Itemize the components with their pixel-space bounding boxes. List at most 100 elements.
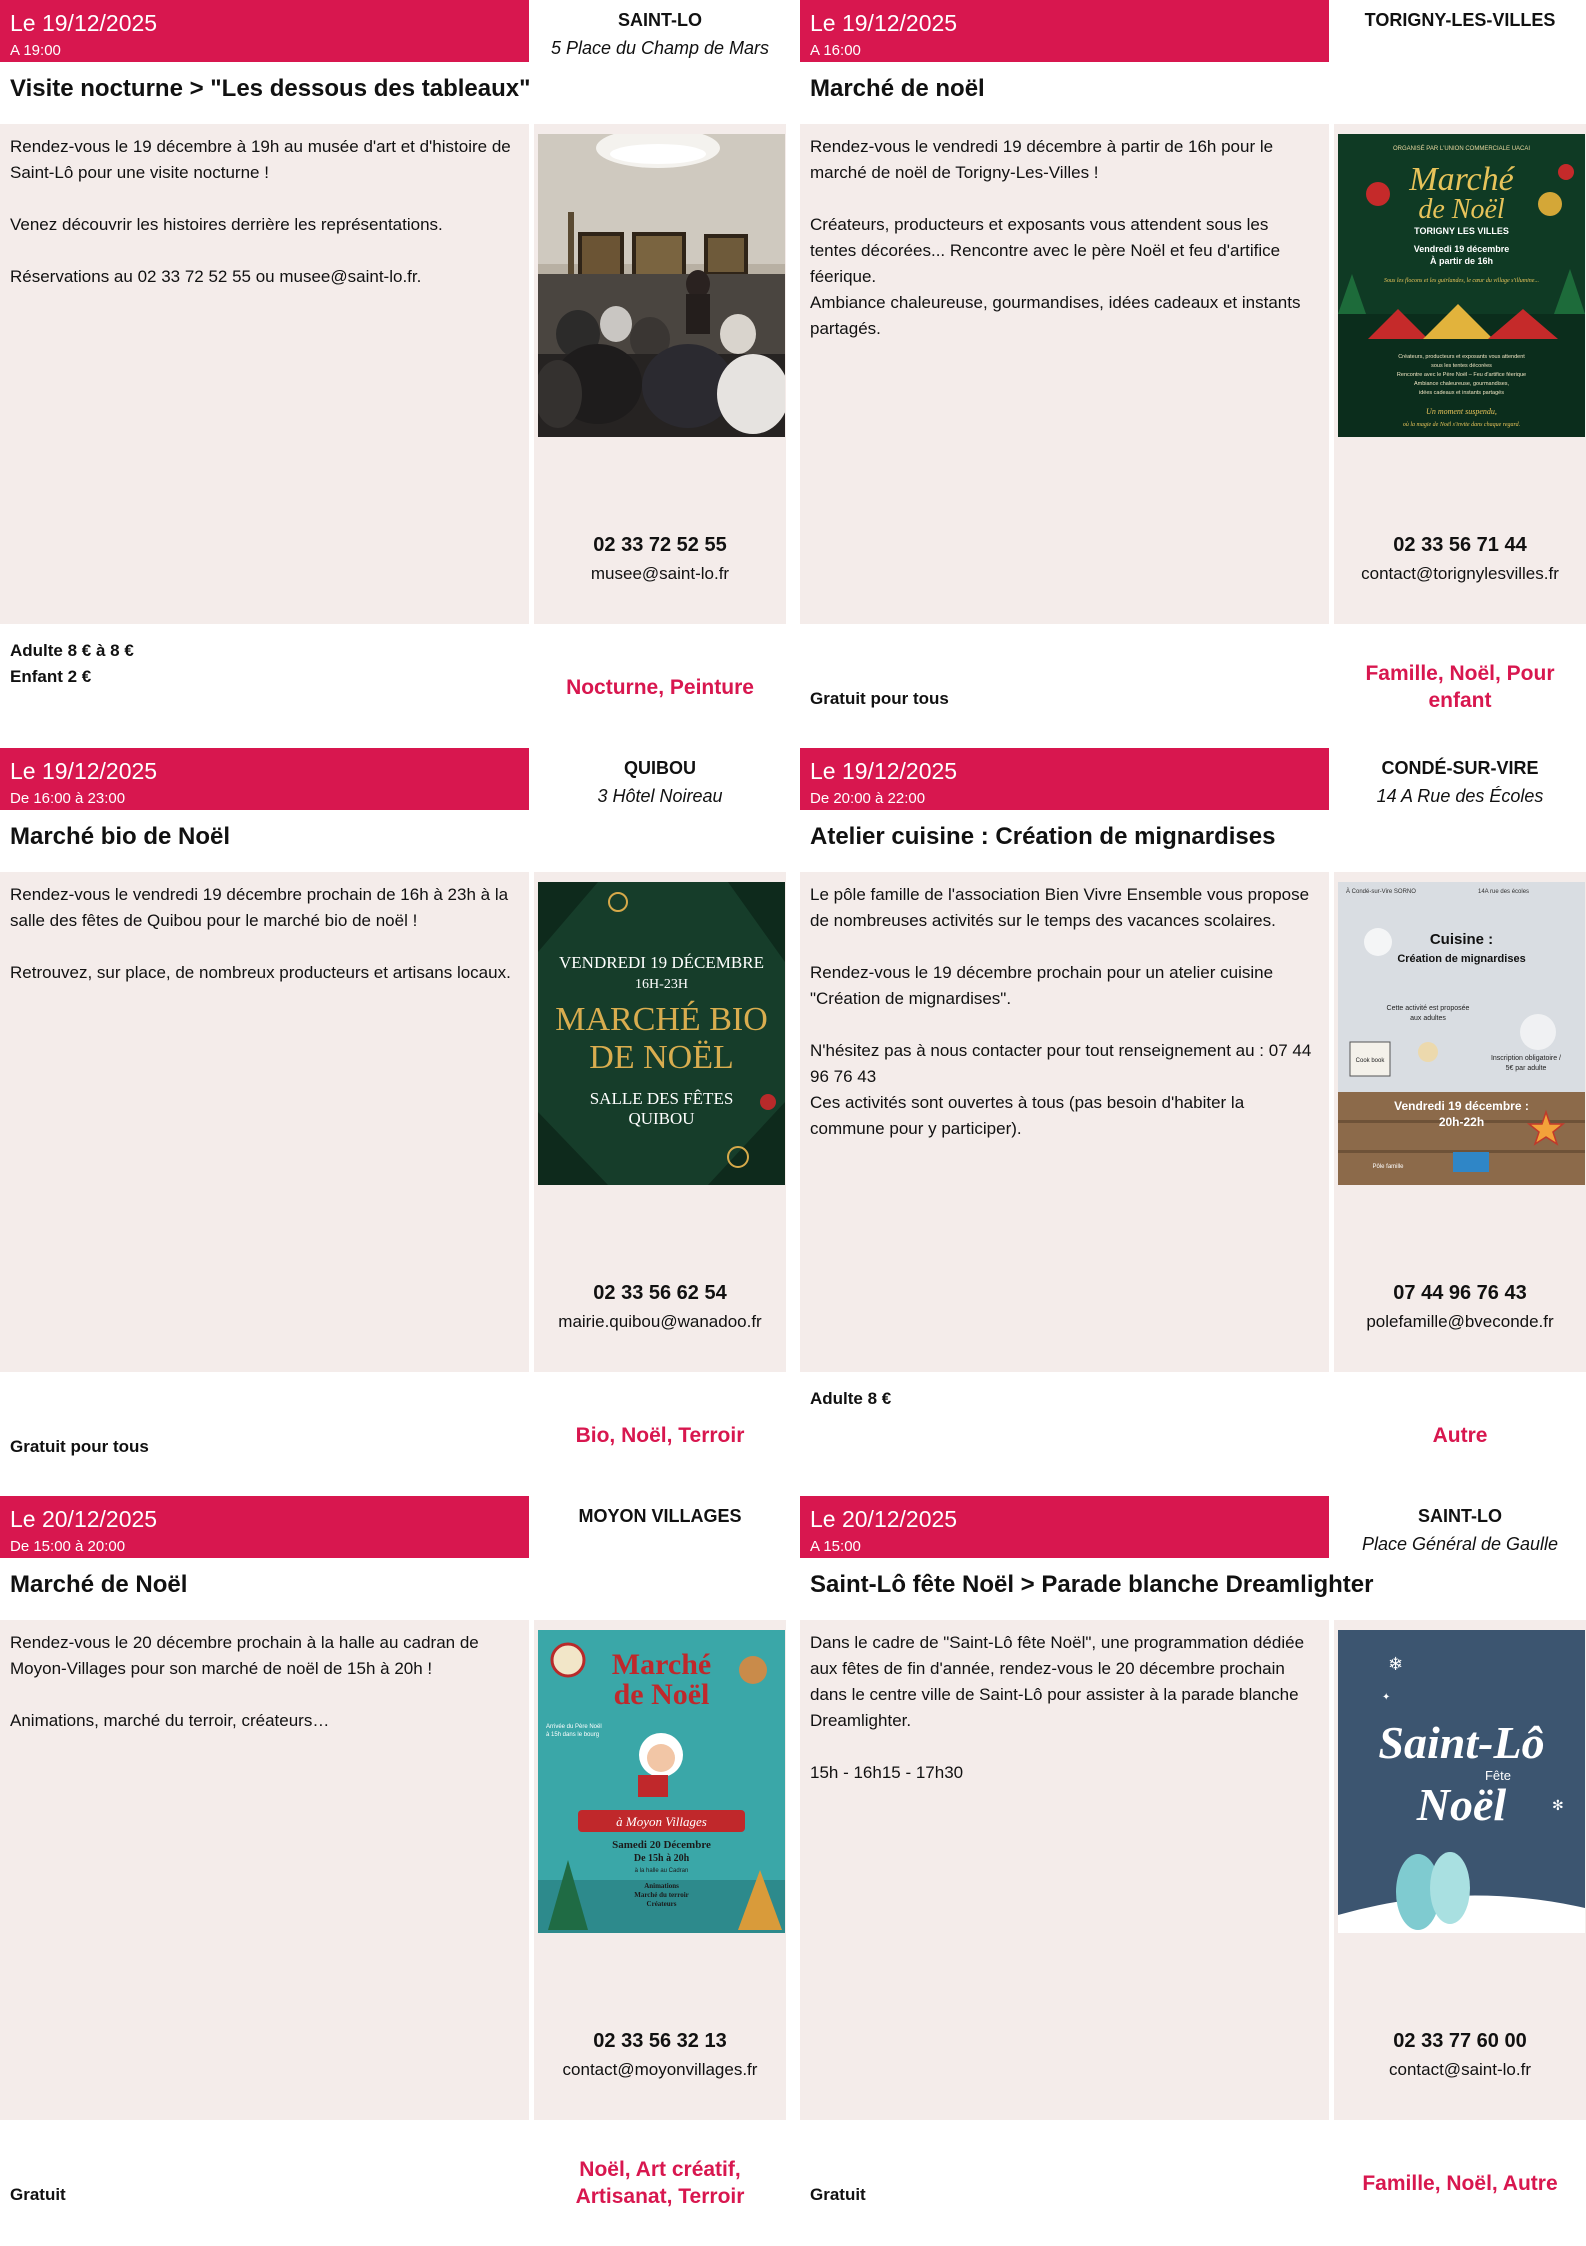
poster-text: sous les tentes décorées	[1431, 363, 1492, 369]
description-paragraph: N'hésitez pas à nous contacter pour tout…	[810, 1041, 1312, 1086]
event-email[interactable]: musee@saint-lo.fr	[534, 562, 786, 586]
price-line: Gratuit pour tous	[10, 1437, 149, 1456]
event-email[interactable]: contact@saint-lo.fr	[1334, 2058, 1586, 2082]
event-title[interactable]: Saint-Lô fête Noël > Parade blanche Drea…	[810, 1570, 1373, 1600]
event-grid: Le 19/12/2025 A 19:00 SAINT-LO 5 Place d…	[0, 0, 1586, 2243]
poster-text: à Moyon Villages	[616, 1814, 707, 1829]
event-description-panel: Rendez-vous le vendredi 19 décembre à pa…	[800, 124, 1329, 624]
event-date-banner: Le 20/12/2025 De 15:00 à 20:00	[0, 1496, 529, 1558]
event-contact-panel: À Condé-sur-Vire SORNO 14A rue des école…	[1334, 872, 1586, 1372]
event-title[interactable]: Marché de noël	[810, 74, 1370, 104]
event-description: Rendez-vous le 20 décembre prochain à la…	[10, 1630, 515, 1734]
event-card: Le 20/12/2025 De 15:00 à 20:00 MOYON VIL…	[0, 1496, 786, 2246]
event-town: CONDÉ-SUR-VIRE	[1381, 758, 1539, 778]
cooking-workshop-poster[interactable]: À Condé-sur-Vire SORNO 14A rue des école…	[1338, 882, 1585, 1185]
event-price: Adulte 8 €	[810, 1386, 1330, 1412]
poster-text: Animations	[644, 1882, 679, 1890]
museum-visit-photo[interactable]	[538, 134, 785, 437]
event-description: Rendez-vous le vendredi 19 décembre à pa…	[810, 134, 1315, 342]
poster-headline: Marché	[612, 1648, 711, 1681]
event-time: A 19:00	[10, 42, 61, 59]
poster-text: 16H-23H	[635, 977, 688, 992]
price-line: Gratuit	[810, 2185, 866, 2204]
event-town: MOYON VILLAGES	[578, 1506, 742, 1526]
event-time: De 20:00 à 22:00	[810, 790, 926, 807]
event-description-panel: Rendez-vous le vendredi 19 décembre proc…	[0, 872, 529, 1372]
description-paragraph: Ambiance chaleureuse, gourmandises, idée…	[810, 293, 1301, 338]
description-paragraph: Ces activités sont ouvertes à tous (pas …	[810, 1093, 1245, 1138]
event-phone[interactable]: 07 44 96 76 43	[1334, 1280, 1586, 1306]
event-email[interactable]: contact@moyonvillages.fr	[534, 2058, 786, 2082]
event-price: Adulte 8 € à 8 € Enfant 2 €	[10, 638, 530, 690]
poster-text: TORIGNY LES VILLES	[1414, 226, 1509, 236]
poster-text: QUIBOU	[628, 1109, 694, 1128]
event-title[interactable]: Atelier cuisine : Création de mignardise…	[810, 822, 1370, 852]
poster-text: Créateurs	[647, 1900, 677, 1908]
poster-text: Samedi 20 Décembre	[612, 1839, 711, 1851]
poster-text: 5€ par adulte	[1506, 1065, 1547, 1072]
tag-line: Famille, Noël, Pour	[1365, 662, 1555, 685]
saint-lo-fete-noel-poster[interactable]: ❄ ✦ ✻ Saint-Lô Fête Noël	[1338, 1630, 1585, 1933]
poster-headline: Cuisine :	[1430, 931, 1493, 948]
event-price: Gratuit	[810, 2182, 1330, 2208]
tag-line: Artisanat, Terroir	[575, 2185, 745, 2208]
event-price: Gratuit	[10, 2182, 530, 2208]
description-paragraph: Rendez-vous le 19 décembre prochain pour…	[810, 963, 1274, 1008]
event-contact-panel: ORGANISÉ PAR L'UNION COMMERCIALE UACAI M…	[1334, 124, 1586, 624]
event-email[interactable]: polefamille@bveconde.fr	[1334, 1310, 1586, 1334]
event-description-panel: Rendez-vous le 20 décembre prochain à la…	[0, 1620, 529, 2120]
poster-text: VENDREDI 19 DÉCEMBRE	[559, 953, 764, 972]
event-town: SAINT-LO	[618, 10, 702, 30]
poster-headline: DE NOËL	[589, 1039, 733, 1076]
event-card: Le 19/12/2025 A 19:00 SAINT-LO 5 Place d…	[0, 0, 786, 750]
event-date: Le 19/12/2025	[810, 758, 958, 784]
event-date-banner: Le 19/12/2025 A 16:00	[800, 0, 1329, 62]
event-title[interactable]: Marché de Noël	[10, 1570, 570, 1600]
tag-line: enfant	[1428, 689, 1492, 712]
event-phone[interactable]: 02 33 77 60 00	[1334, 2028, 1586, 2054]
event-title[interactable]: Marché bio de Noël	[10, 822, 570, 852]
price-line: Gratuit pour tous	[810, 689, 949, 708]
poster-text: À Condé-sur-Vire SORNO	[1346, 888, 1416, 895]
event-phone[interactable]: 02 33 56 32 13	[534, 2028, 786, 2054]
description-paragraph: Retrouvez, sur place, de nombreux produc…	[10, 963, 511, 982]
event-time: A 16:00	[810, 42, 861, 59]
event-date-banner: Le 19/12/2025 De 16:00 à 23:00	[0, 748, 529, 810]
poster-text: Pôle famille	[1372, 1164, 1404, 1170]
price-line: Enfant 2 €	[10, 667, 92, 686]
poster-headline: Noël	[1416, 1779, 1507, 1830]
event-town: SAINT-LO	[1418, 1506, 1502, 1526]
event-town: QUIBOU	[624, 758, 696, 778]
event-phone[interactable]: 02 33 56 71 44	[1334, 532, 1586, 558]
poster-text: aux adultes	[1410, 1015, 1446, 1022]
event-phone[interactable]: 02 33 72 52 55	[534, 532, 786, 558]
poster-text: De 15h à 20h	[634, 1853, 690, 1864]
poster-text: Vendredi 19 décembre	[1414, 244, 1510, 254]
event-date: Le 19/12/2025	[10, 10, 158, 36]
event-price: Gratuit pour tous	[10, 1434, 530, 1460]
description-paragraph: 15h - 16h15 - 17h30	[810, 1763, 964, 1782]
poster-text: Un moment suspendu,	[1426, 407, 1497, 416]
poster-text: ORGANISÉ PAR L'UNION COMMERCIALE UACAI	[1393, 145, 1530, 152]
poster-text: à 15h dans le bourg	[546, 1732, 599, 1738]
christmas-market-poster[interactable]: ORGANISÉ PAR L'UNION COMMERCIALE UACAI M…	[1338, 134, 1585, 437]
organic-market-poster[interactable]: VENDREDI 19 DÉCEMBRE 16H-23H MARCHÉ BIO …	[538, 882, 785, 1185]
village-christmas-market-poster[interactable]: Marché de Noël Arrivée du Père Noël à 15…	[538, 1630, 785, 1933]
event-date: Le 19/12/2025	[810, 10, 958, 36]
event-date-banner: Le 19/12/2025 De 20:00 à 22:00	[800, 748, 1329, 810]
poster-headline: de Noël	[614, 1678, 710, 1711]
poster-text: Sous les flocons et les guirlandes, le c…	[1384, 277, 1539, 284]
poster-text: à la halle au Cadran	[635, 1868, 689, 1874]
poster-headline: de Noël	[1418, 194, 1505, 225]
event-date: Le 20/12/2025	[810, 1506, 958, 1532]
event-email[interactable]: mairie.quibou@wanadoo.fr	[534, 1310, 786, 1334]
event-title[interactable]: Visite nocturne > "Les dessous des table…	[10, 74, 570, 104]
event-email[interactable]: contact@torignylesvilles.fr	[1334, 562, 1586, 586]
poster-headline: MARCHÉ BIO	[555, 1001, 768, 1038]
event-address: Place Général de Gaulle	[1361, 1534, 1559, 1554]
description-paragraph: Créateurs, producteurs et exposants vous…	[810, 215, 1281, 286]
event-phone[interactable]: 02 33 56 62 54	[534, 1280, 786, 1306]
event-description: Dans le cadre de "Saint-Lô fête Noël", u…	[810, 1630, 1315, 1786]
description-paragraph: Rendez-vous le 19 décembre à 19h au musé…	[10, 137, 511, 182]
tag-line: Noël, Art créatif,	[579, 2158, 741, 2181]
